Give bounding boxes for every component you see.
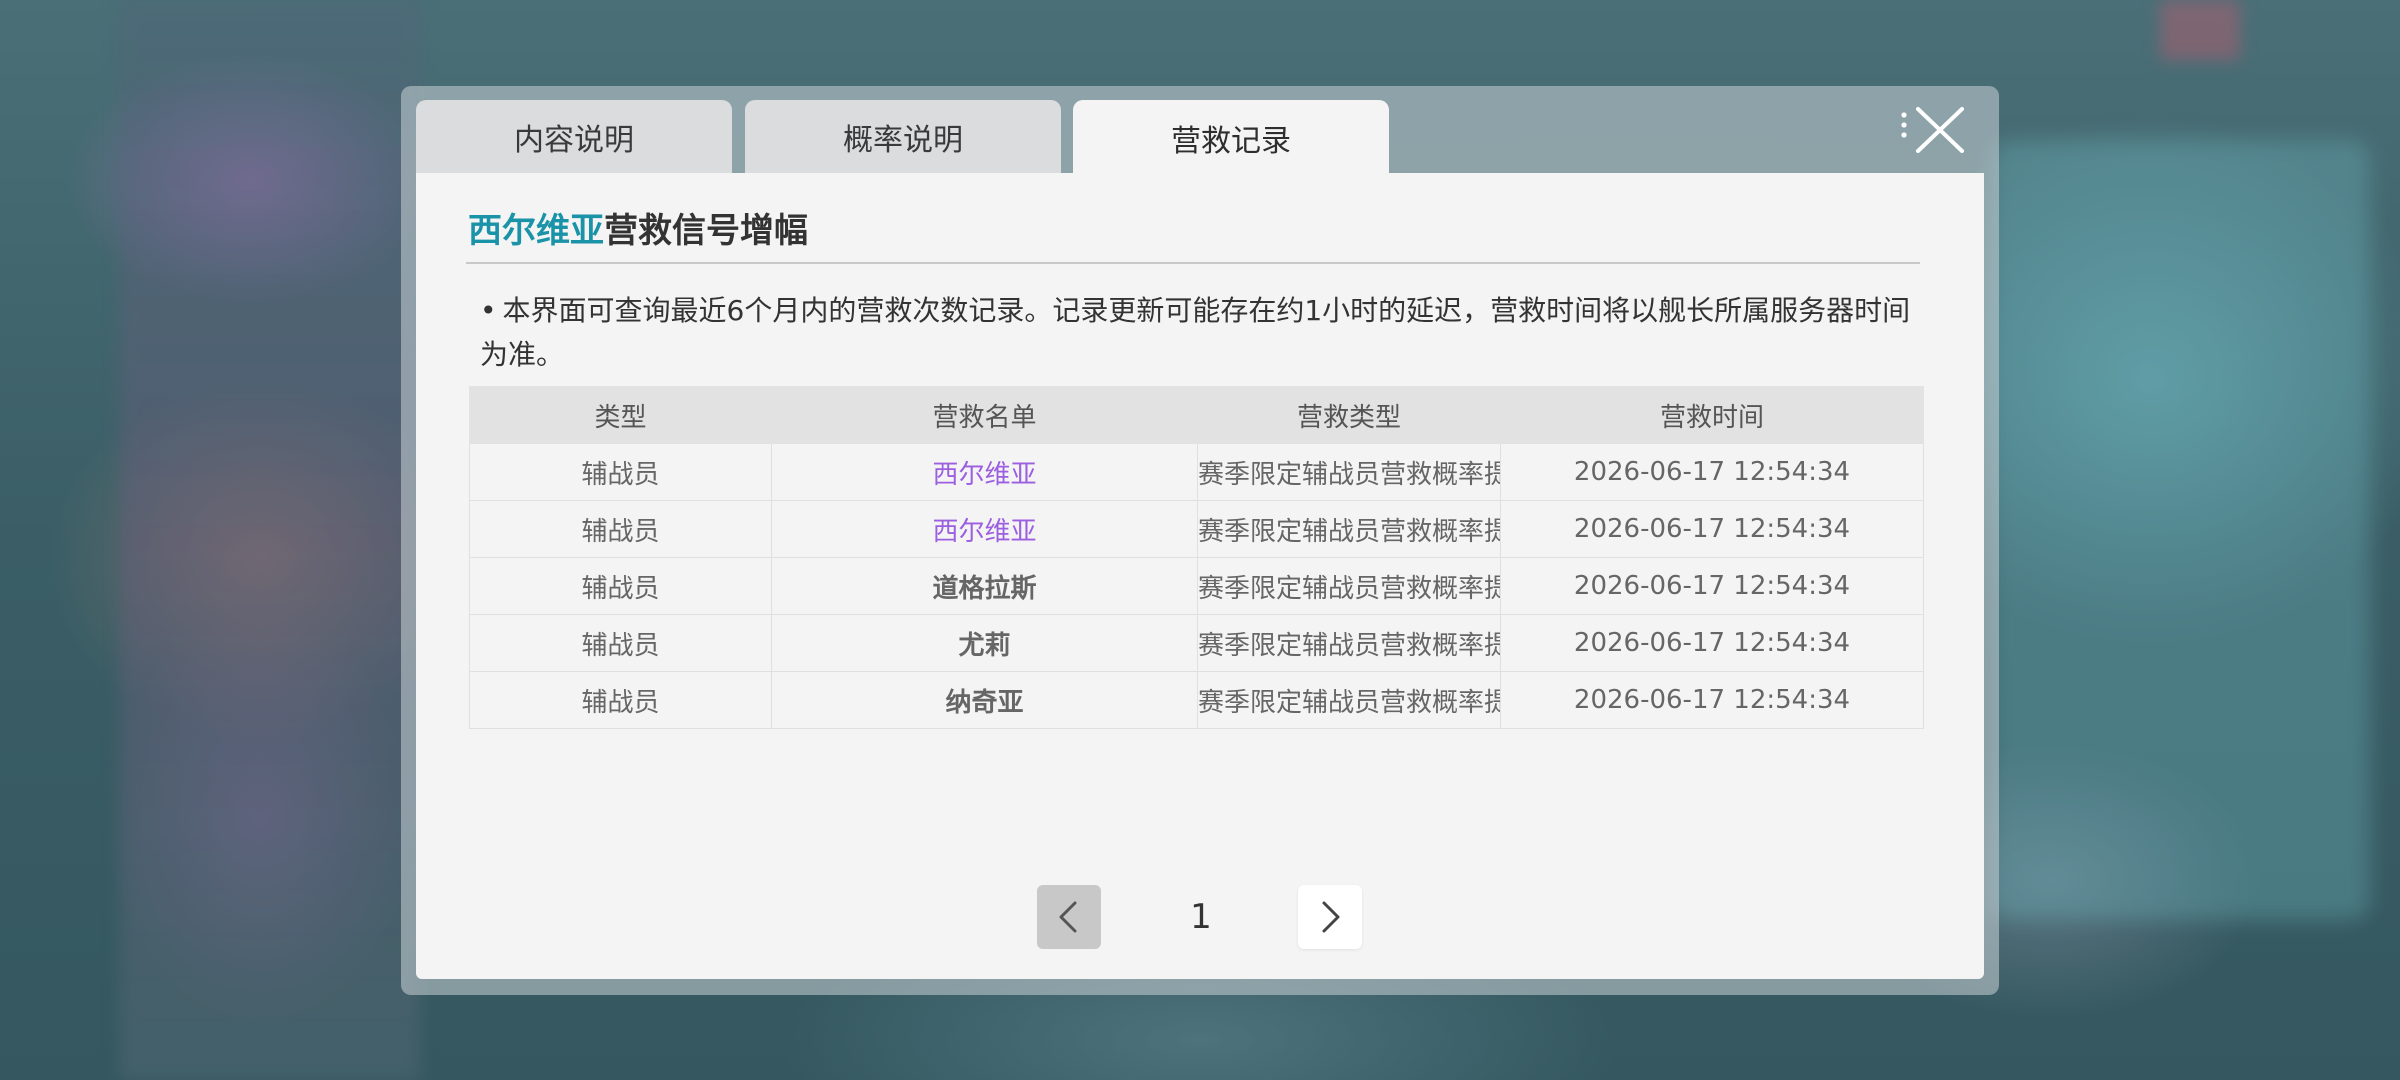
tab-probability-description[interactable]: 概率说明: [745, 100, 1061, 174]
notice-text: 本界面可查询最近6个月内的营救次数记录。记录更新可能存在约1小时的延迟，营救时间…: [480, 294, 1911, 371]
chevron-left-icon: [1059, 901, 1077, 933]
cell-rescue-type: 赛季限定辅战员营救概率提升: [1197, 614, 1501, 672]
prev-page-button[interactable]: [1037, 885, 1101, 949]
cell-name: 纳奇亚: [771, 671, 1198, 729]
cell-rescue-type: 赛季限定辅战员营救概率提升: [1197, 557, 1501, 615]
chevron-right-icon: [1322, 901, 1340, 933]
header-type: 类型: [469, 386, 772, 444]
title-suffix: 营救信号增幅: [604, 211, 808, 251]
title-divider: [466, 262, 1920, 264]
cell-time: 2026-06-17 12:54:34: [1500, 671, 1924, 729]
close-button[interactable]: [1898, 101, 1966, 157]
table-header-row: 类型 营救名单 营救类型 营救时间: [469, 386, 1924, 444]
records-notice: • 本界面可查询最近6个月内的营救次数记录。记录更新可能存在约1小时的延迟，营救时…: [480, 289, 1920, 377]
tab-content-description[interactable]: 内容说明: [416, 100, 732, 174]
tab-label: 内容说明: [514, 123, 634, 158]
close-icon: [1901, 107, 1964, 153]
cell-type: 辅战员: [469, 500, 772, 558]
cell-time: 2026-06-17 12:54:34: [1500, 443, 1924, 501]
cell-time: 2026-06-17 12:54:34: [1500, 500, 1924, 558]
cell-type: 辅战员: [469, 557, 772, 615]
background-blur-left: [120, 0, 420, 1080]
header-rescue-list: 营救名单: [771, 386, 1198, 444]
cell-name: 西尔维亚: [771, 443, 1198, 501]
table-row: 辅战员 西尔维亚 赛季限定辅战员营救概率提升 2026-06-17 12:54:…: [469, 443, 1924, 501]
cell-type: 辅战员: [469, 671, 772, 729]
cell-name: 尤莉: [771, 614, 1198, 672]
tab-label: 概率说明: [843, 123, 963, 158]
rescue-records-panel: 西尔维亚营救信号增幅 • 本界面可查询最近6个月内的营救次数记录。记录更新可能存在…: [416, 173, 1984, 979]
rescue-records-table: 类型 营救名单 营救类型 营救时间 辅战员 西尔维亚 赛季限定辅战员营救概率提升…: [469, 386, 1924, 729]
tab-label: 营救记录: [1171, 124, 1291, 159]
title-character-name: 西尔维亚: [468, 211, 604, 251]
cell-name: 道格拉斯: [771, 557, 1198, 615]
cell-rescue-type: 赛季限定辅战员营救概率提升: [1197, 500, 1501, 558]
next-page-button[interactable]: [1298, 885, 1362, 949]
table-row: 辅战员 道格拉斯 赛季限定辅战员营救概率提升 2026-06-17 12:54:…: [469, 557, 1924, 615]
cell-time: 2026-06-17 12:54:34: [1500, 614, 1924, 672]
background-blur-right: [1990, 140, 2370, 920]
current-page-number: 1: [1190, 897, 1212, 937]
table-row: 辅战员 纳奇亚 赛季限定辅战员营救概率提升 2026-06-17 12:54:3…: [469, 671, 1924, 729]
notice-bullet: •: [480, 294, 497, 327]
cell-rescue-type: 赛季限定辅战员营救概率提升: [1197, 671, 1501, 729]
cell-rescue-type: 赛季限定辅战员营救概率提升: [1197, 443, 1501, 501]
table-row: 辅战员 西尔维亚 赛季限定辅战员营救概率提升 2026-06-17 12:54:…: [469, 500, 1924, 558]
background-blur-corner: [2160, 0, 2240, 60]
table-row: 辅战员 尤莉 赛季限定辅战员营救概率提升 2026-06-17 12:54:34: [469, 614, 1924, 672]
header-rescue-time: 营救时间: [1500, 386, 1924, 444]
page-title: 西尔维亚营救信号增幅: [468, 203, 808, 252]
header-rescue-type: 营救类型: [1197, 386, 1501, 444]
cell-type: 辅战员: [469, 614, 772, 672]
cell-type: 辅战员: [469, 443, 772, 501]
tab-rescue-records[interactable]: 营救记录: [1073, 100, 1389, 176]
cell-name: 西尔维亚: [771, 500, 1198, 558]
cell-time: 2026-06-17 12:54:34: [1500, 557, 1924, 615]
